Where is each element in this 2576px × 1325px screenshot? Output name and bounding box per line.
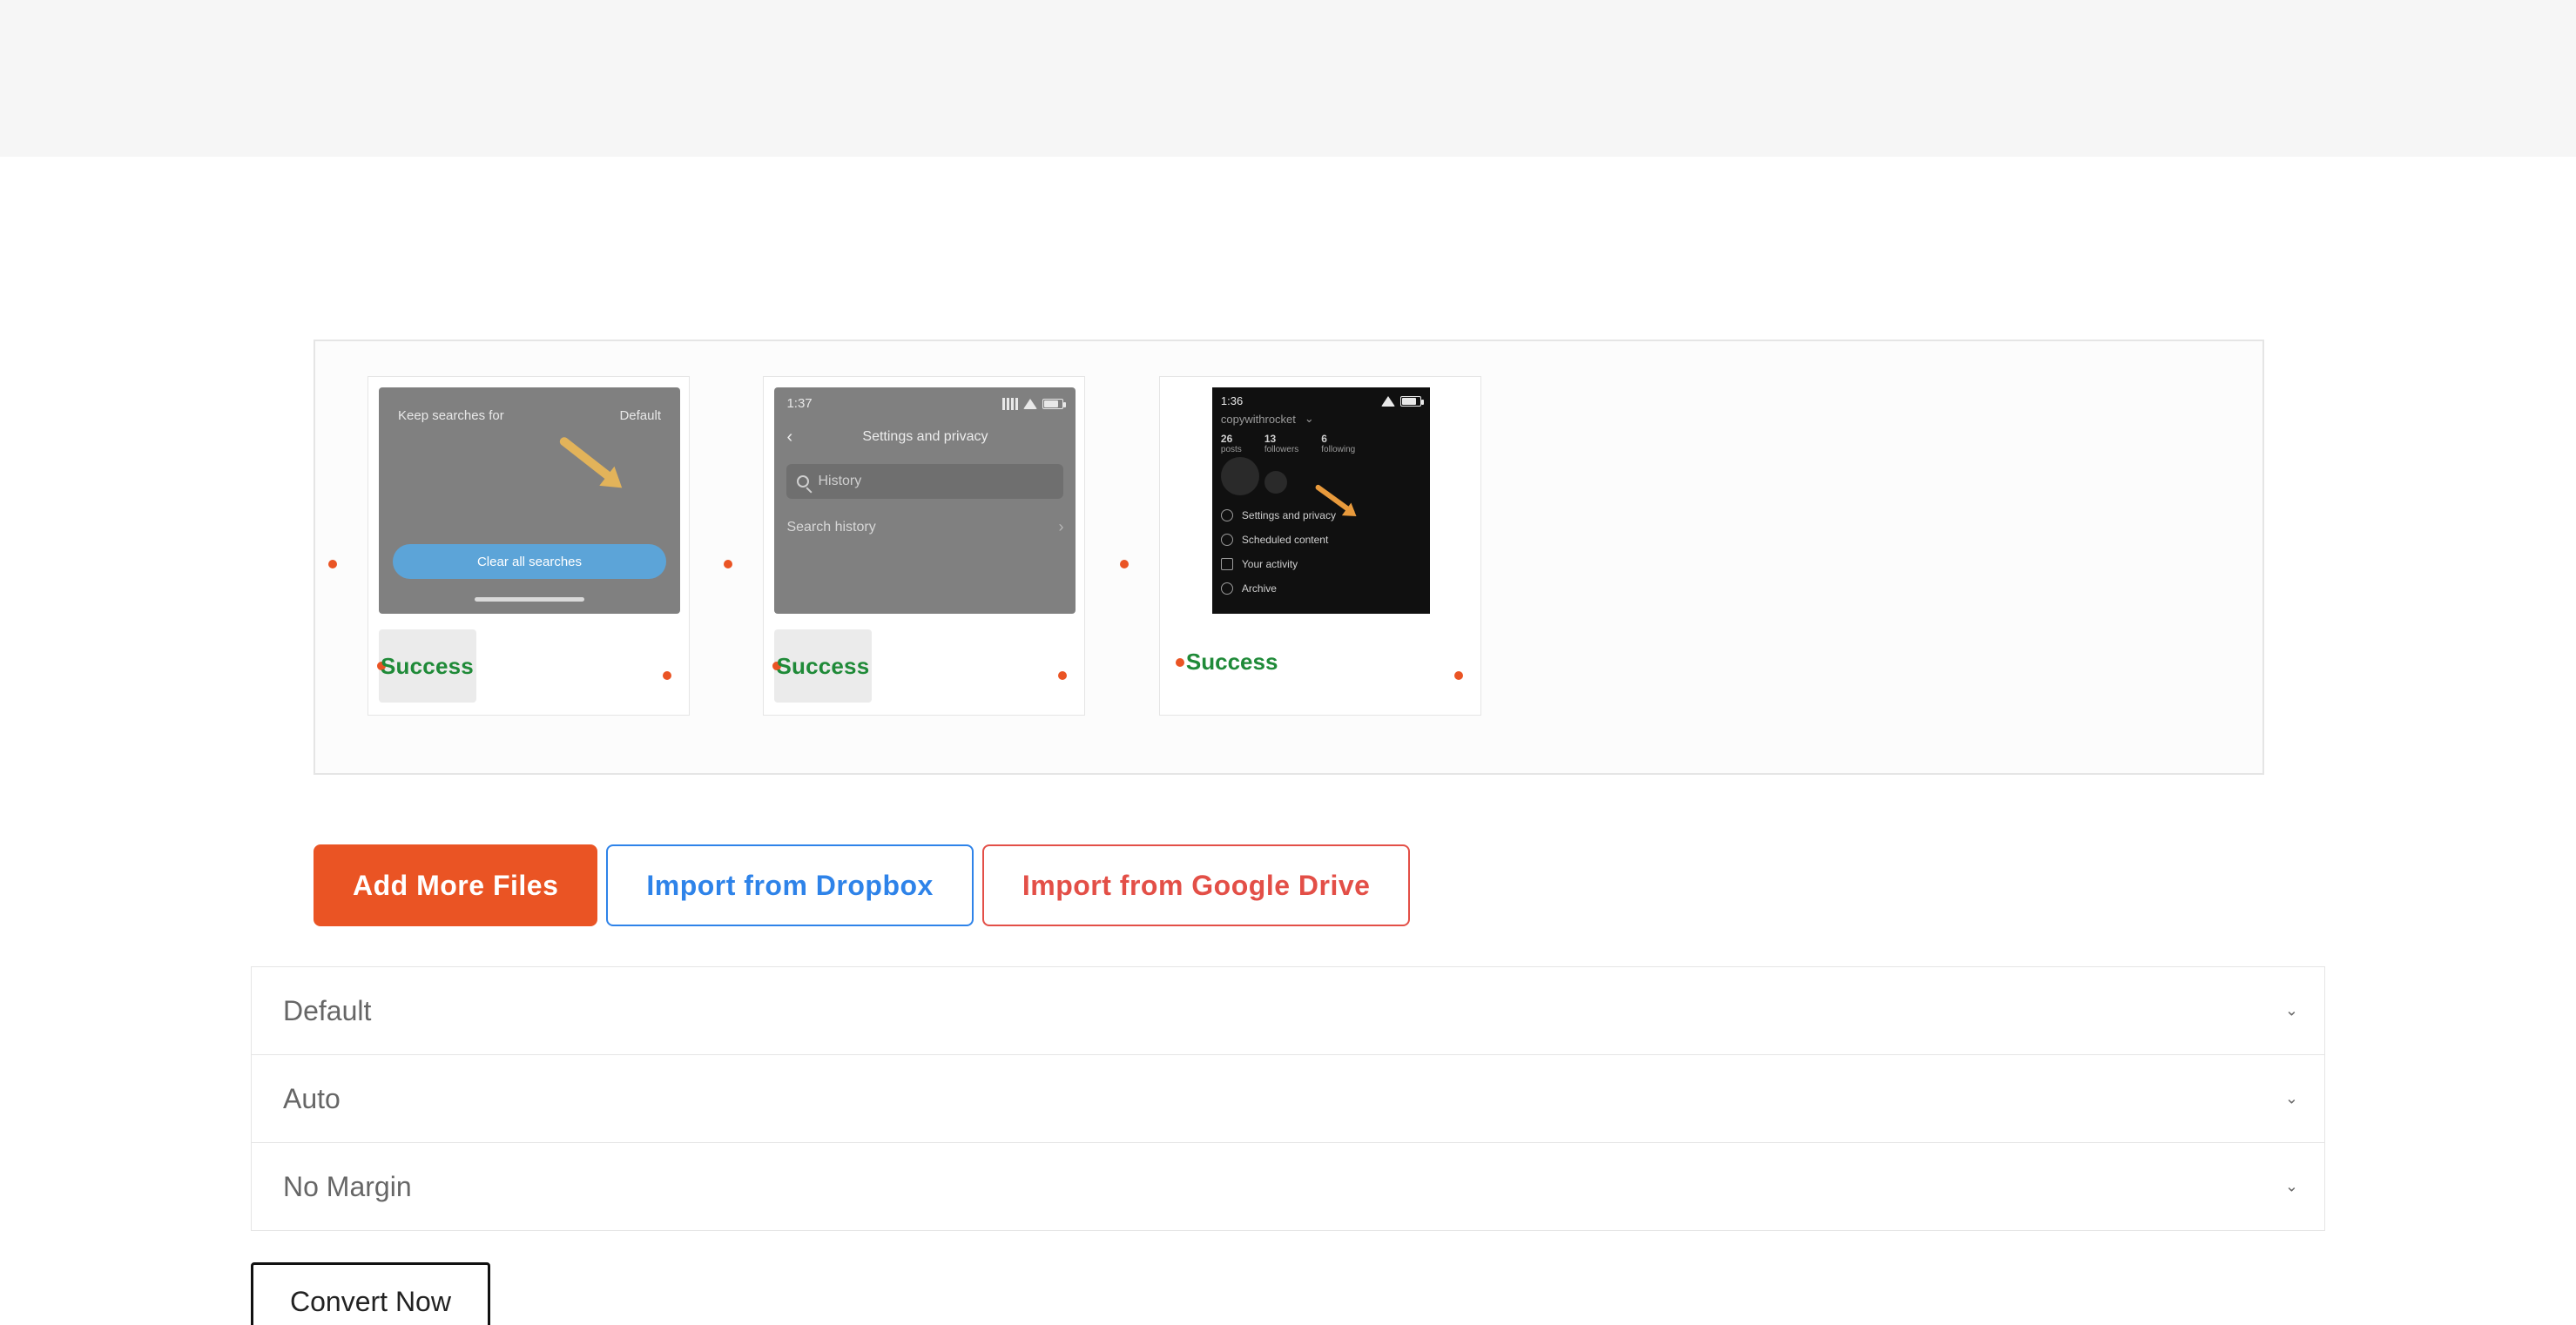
- reorder-handle-icon[interactable]: [724, 560, 732, 568]
- menu-item: Settings and privacy: [1242, 509, 1336, 521]
- avatar-icon: [1221, 457, 1259, 495]
- thumb-cta: Clear all searches: [393, 544, 666, 579]
- chevron-right-icon: ›: [1058, 518, 1063, 536]
- add-more-files-button[interactable]: Add More Files: [314, 844, 597, 926]
- upload-tile[interactable]: Keep searches for Default Clear all sear…: [368, 376, 690, 716]
- battery-icon: [1042, 399, 1063, 409]
- top-banner: [0, 0, 2576, 157]
- menu-item: Your activity: [1242, 558, 1298, 570]
- thumb-time: 1:37: [786, 396, 812, 411]
- converter-card: Keep searches for Default Clear all sear…: [139, 209, 2437, 1325]
- menu-item: Archive: [1242, 582, 1277, 595]
- upload-status: Success: [776, 653, 869, 680]
- upload-thumbnail: 1:36 copywithrocket ⌄ 26posts: [1170, 387, 1472, 614]
- thumb-label: Default: [619, 408, 661, 423]
- menu-item: Scheduled content: [1242, 534, 1328, 546]
- thumb-header: Settings and privacy: [862, 429, 988, 445]
- thumb-row-label: Search history: [786, 520, 875, 535]
- chevron-down-icon: ⌄: [2285, 1090, 2298, 1108]
- options-group: Default ⌄ Auto ⌄ No Margin ⌄: [251, 966, 2325, 1231]
- status-pad: Success: [774, 629, 872, 703]
- remove-handle-icon[interactable]: [1454, 671, 1463, 680]
- orientation-select[interactable]: Auto ⌄: [251, 1054, 2325, 1143]
- thumb-label: Keep searches for: [398, 408, 504, 423]
- status-icons: [1002, 396, 1063, 411]
- status-pad: Success: [379, 629, 476, 703]
- convert-now-button[interactable]: Convert Now: [251, 1262, 490, 1325]
- margin-select[interactable]: No Margin ⌄: [251, 1142, 2325, 1231]
- select-value: Auto: [283, 1083, 341, 1115]
- upload-thumbnail: 1:37 ‹ Settings and privacy History: [774, 387, 1076, 614]
- upload-thumbnail: Keep searches for Default Clear all sear…: [379, 387, 680, 614]
- select-value: No Margin: [283, 1171, 412, 1203]
- gear-icon: [1221, 509, 1233, 521]
- uploads-container: Keep searches for Default Clear all sear…: [314, 340, 2264, 775]
- battery-icon: [1400, 396, 1421, 407]
- back-icon: ‹: [786, 427, 792, 447]
- chevron-down-icon: ⌄: [1305, 412, 1314, 426]
- status-dot-icon: [1176, 658, 1184, 667]
- wifi-icon: [1381, 396, 1395, 407]
- upload-status: Success: [381, 653, 474, 680]
- import-actions: Add More Files Import from Dropbox Impor…: [314, 844, 1410, 926]
- clock-icon: [1221, 534, 1233, 546]
- activity-icon: [1221, 558, 1233, 570]
- reorder-handle-icon[interactable]: [328, 560, 337, 568]
- avatar-icon: [1264, 471, 1287, 494]
- search-icon: [797, 475, 809, 488]
- quality-select[interactable]: Default ⌄: [251, 966, 2325, 1055]
- import-gdrive-button[interactable]: Import from Google Drive: [982, 844, 1411, 926]
- annotation-arrow-icon: [558, 435, 621, 488]
- select-value: Default: [283, 995, 371, 1027]
- reorder-handle-icon[interactable]: [1120, 560, 1129, 568]
- thumb-stats: 26posts 13followers 6following: [1221, 433, 1421, 454]
- remove-handle-icon[interactable]: [663, 671, 671, 680]
- wifi-icon: [1023, 399, 1037, 409]
- thumb-search-placeholder: History: [818, 474, 861, 489]
- chevron-down-icon: ⌄: [2285, 1002, 2298, 1020]
- upload-tile[interactable]: 1:36 copywithrocket ⌄ 26posts: [1159, 376, 1481, 716]
- import-dropbox-button[interactable]: Import from Dropbox: [606, 844, 973, 926]
- upload-tile[interactable]: 1:37 ‹ Settings and privacy History: [763, 376, 1085, 716]
- home-indicator-icon: [475, 597, 584, 602]
- signal-icon: [1002, 398, 1018, 410]
- status-icons: [1381, 394, 1421, 407]
- thumb-handle: copywithrocket: [1221, 413, 1296, 426]
- upload-status: Success: [1186, 649, 1278, 676]
- archive-icon: [1221, 582, 1233, 595]
- thumb-search: History: [786, 464, 1063, 499]
- chevron-down-icon: ⌄: [2285, 1178, 2298, 1196]
- thumb-time: 1:36: [1221, 394, 1243, 407]
